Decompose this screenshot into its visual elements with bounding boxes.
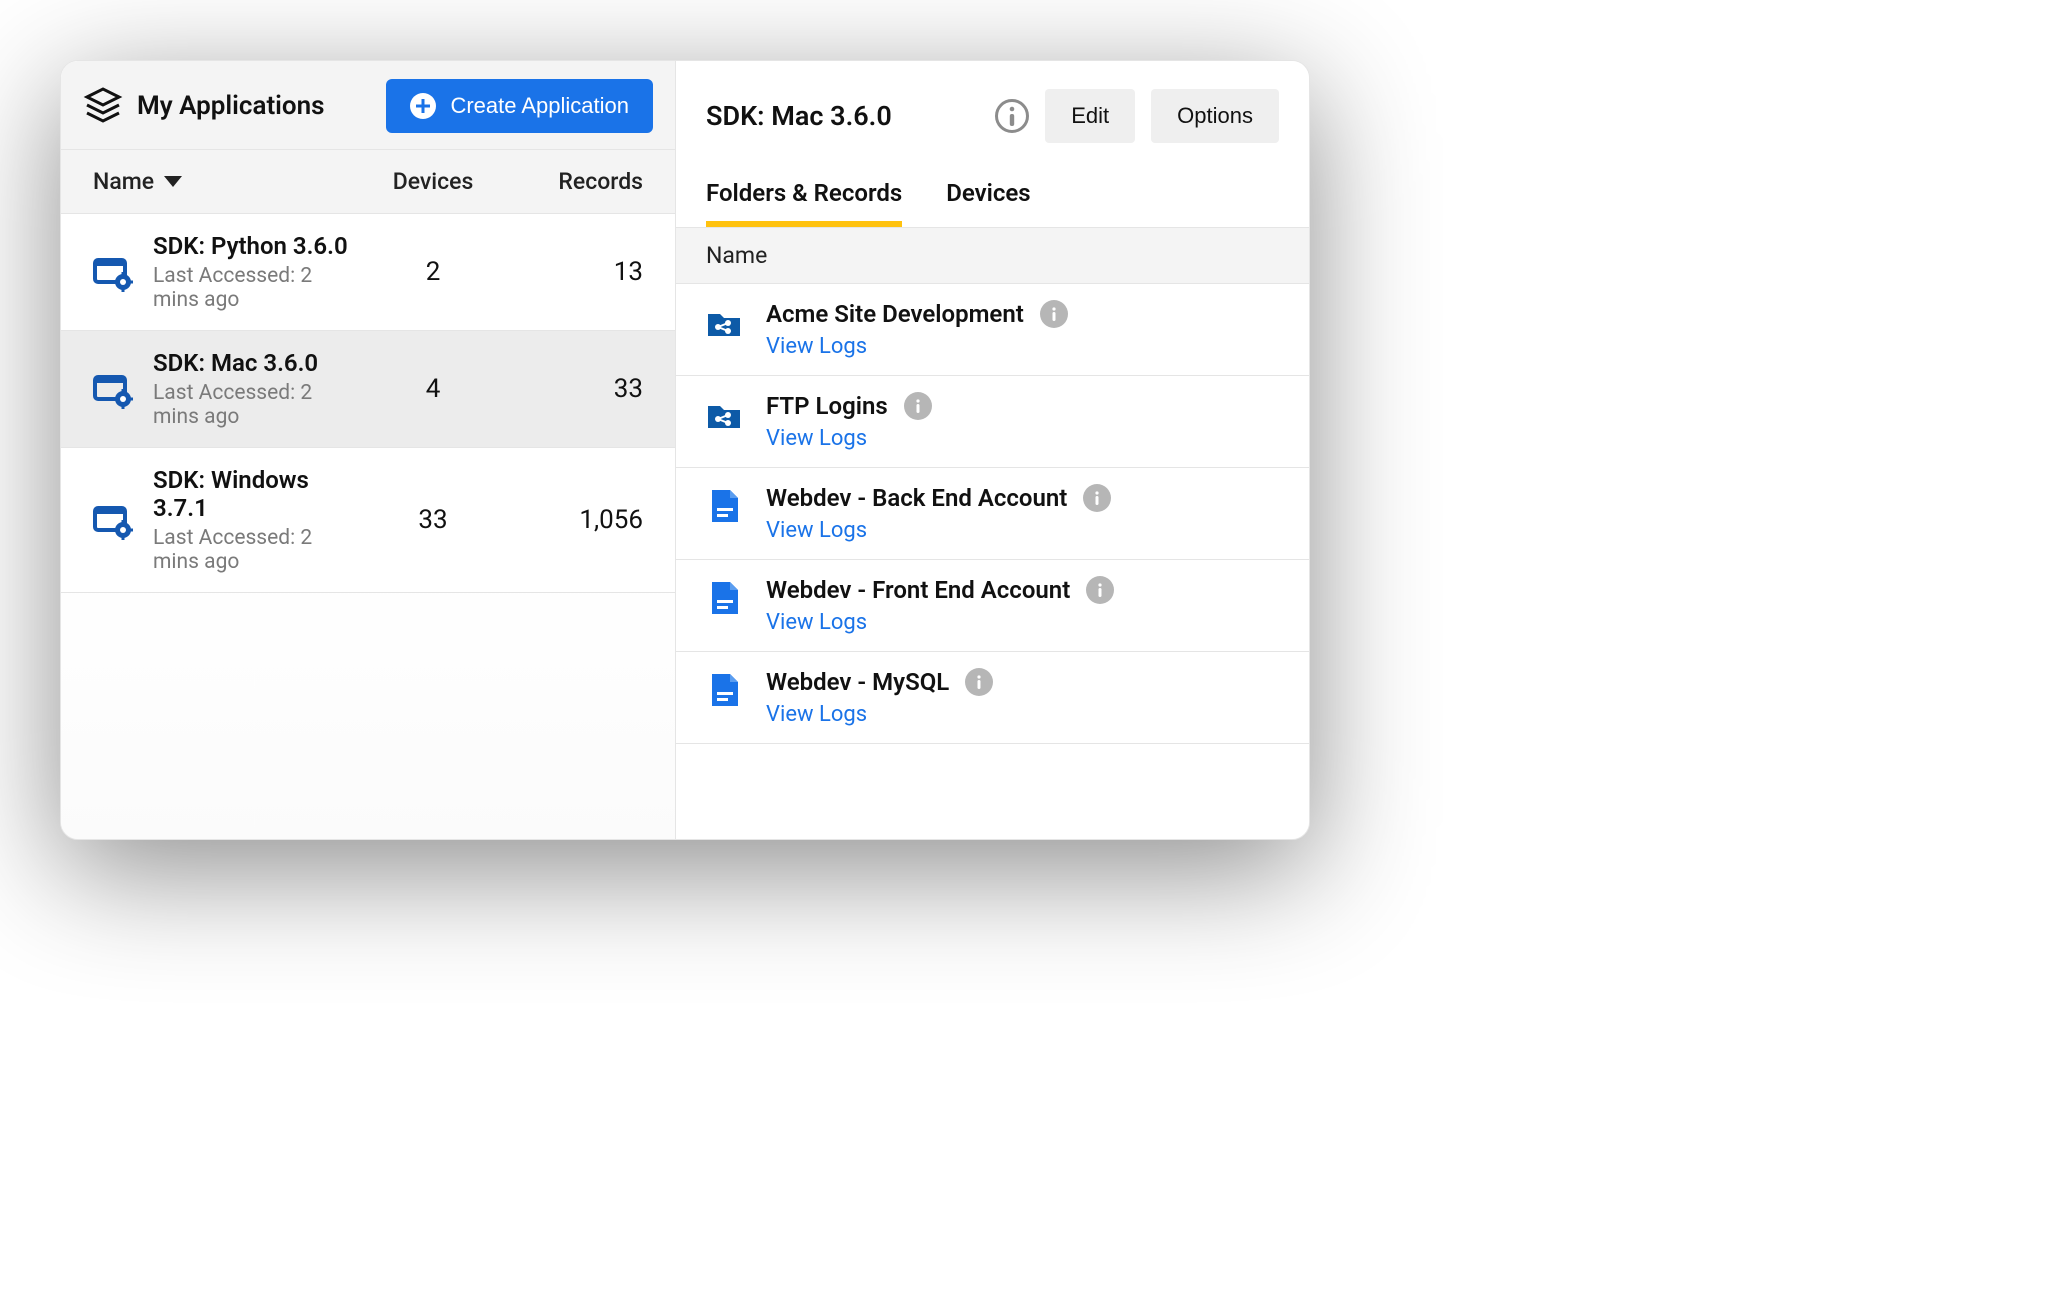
left-header: My Applications Create Application bbox=[61, 61, 675, 150]
right-header: SDK: Mac 3.6.0 Edit Options bbox=[676, 61, 1309, 179]
application-subtitle: Last Accessed: 2 mins ago bbox=[153, 526, 363, 574]
item-title-line: Acme Site Development bbox=[766, 300, 1279, 328]
plus-icon bbox=[410, 93, 436, 119]
application-name: SDK: Mac 3.6.0 bbox=[153, 349, 363, 377]
application-records: 33 bbox=[503, 374, 643, 404]
col-devices[interactable]: Devices bbox=[363, 168, 503, 195]
left-title-block: My Applications bbox=[83, 87, 325, 125]
application-subtitle: Last Accessed: 2 mins ago bbox=[153, 264, 363, 312]
tab-devices[interactable]: Devices bbox=[946, 179, 1030, 227]
application-records: 1,056 bbox=[503, 505, 643, 535]
item-title-line: FTP Logins bbox=[766, 392, 1279, 420]
create-application-button[interactable]: Create Application bbox=[386, 79, 653, 133]
application-row[interactable]: SDK: Windows 3.7.1 Last Accessed: 2 mins… bbox=[61, 448, 675, 593]
application-name: SDK: Python 3.6.0 bbox=[153, 232, 363, 260]
application-row[interactable]: SDK: Python 3.6.0 Last Accessed: 2 mins … bbox=[61, 214, 675, 331]
item-body: FTP Logins View Logs bbox=[766, 392, 1279, 451]
application-subtitle: Last Accessed: 2 mins ago bbox=[153, 381, 363, 429]
sort-desc-icon bbox=[164, 176, 182, 187]
left-columns-row: Name Devices Records bbox=[61, 150, 675, 214]
item-list: Acme Site Development View Logs FTP Logi… bbox=[676, 284, 1309, 744]
folder-share-icon bbox=[706, 396, 742, 432]
list-item[interactable]: Webdev - Back End Account View Logs bbox=[676, 468, 1309, 560]
item-title-line: Webdev - Front End Account bbox=[766, 576, 1279, 604]
view-logs-link[interactable]: View Logs bbox=[766, 518, 1279, 543]
col-records[interactable]: Records bbox=[503, 168, 643, 195]
item-title: Webdev - Front End Account bbox=[766, 576, 1070, 604]
list-item[interactable]: Acme Site Development View Logs bbox=[676, 284, 1309, 376]
application-meta: SDK: Python 3.6.0 Last Accessed: 2 mins … bbox=[153, 232, 363, 312]
right-pane: SDK: Mac 3.6.0 Edit Options Folders & Re… bbox=[676, 61, 1309, 839]
col-name[interactable]: Name bbox=[93, 168, 363, 195]
item-title: Webdev - MySQL bbox=[766, 668, 949, 696]
item-body: Webdev - MySQL View Logs bbox=[766, 668, 1279, 727]
application-devices: 4 bbox=[363, 374, 503, 404]
info-icon[interactable] bbox=[1040, 300, 1068, 328]
app-card: My Applications Create Application Name … bbox=[60, 60, 1310, 840]
edit-button[interactable]: Edit bbox=[1045, 89, 1135, 143]
view-logs-link[interactable]: View Logs bbox=[766, 426, 1279, 451]
folder-share-icon bbox=[706, 304, 742, 340]
record-doc-icon bbox=[706, 488, 742, 524]
tabs: Folders & Records Devices bbox=[676, 179, 1309, 228]
application-meta: SDK: Mac 3.6.0 Last Accessed: 2 mins ago bbox=[153, 349, 363, 429]
info-icon[interactable] bbox=[1086, 576, 1114, 604]
application-records: 13 bbox=[503, 257, 643, 287]
item-body: Webdev - Front End Account View Logs bbox=[766, 576, 1279, 635]
application-name: SDK: Windows 3.7.1 bbox=[153, 466, 363, 522]
list-item[interactable]: Webdev - Front End Account View Logs bbox=[676, 560, 1309, 652]
application-row[interactable]: SDK: Mac 3.6.0 Last Accessed: 2 mins ago… bbox=[61, 331, 675, 448]
view-logs-link[interactable]: View Logs bbox=[766, 610, 1279, 635]
item-body: Webdev - Back End Account View Logs bbox=[766, 484, 1279, 543]
tab-folders-records[interactable]: Folders & Records bbox=[706, 179, 902, 227]
item-title-line: Webdev - MySQL bbox=[766, 668, 1279, 696]
application-meta: SDK: Windows 3.7.1 Last Accessed: 2 mins… bbox=[153, 466, 363, 574]
item-body: Acme Site Development View Logs bbox=[766, 300, 1279, 359]
col-name-label: Name bbox=[93, 168, 154, 195]
right-column-header: Name bbox=[676, 228, 1309, 284]
item-title-line: Webdev - Back End Account bbox=[766, 484, 1279, 512]
record-doc-icon bbox=[706, 580, 742, 616]
logo-icon bbox=[83, 87, 123, 125]
left-title: My Applications bbox=[137, 91, 325, 121]
info-icon[interactable] bbox=[904, 392, 932, 420]
info-icon[interactable] bbox=[965, 668, 993, 696]
application-icon bbox=[93, 254, 133, 294]
application-icon bbox=[93, 371, 133, 411]
left-pane: My Applications Create Application Name … bbox=[61, 61, 676, 839]
view-logs-link[interactable]: View Logs bbox=[766, 702, 1279, 727]
list-item[interactable]: Webdev - MySQL View Logs bbox=[676, 652, 1309, 744]
application-icon bbox=[93, 502, 133, 542]
item-title: FTP Logins bbox=[766, 392, 888, 420]
application-devices: 2 bbox=[363, 257, 503, 287]
view-logs-link[interactable]: View Logs bbox=[766, 334, 1279, 359]
item-title: Webdev - Back End Account bbox=[766, 484, 1067, 512]
application-list: SDK: Python 3.6.0 Last Accessed: 2 mins … bbox=[61, 214, 675, 593]
item-title: Acme Site Development bbox=[766, 300, 1024, 328]
application-devices: 33 bbox=[363, 505, 503, 535]
options-button[interactable]: Options bbox=[1151, 89, 1279, 143]
right-title: SDK: Mac 3.6.0 bbox=[706, 100, 979, 132]
list-item[interactable]: FTP Logins View Logs bbox=[676, 376, 1309, 468]
info-icon[interactable] bbox=[995, 99, 1029, 133]
create-button-label: Create Application bbox=[450, 93, 629, 119]
record-doc-icon bbox=[706, 672, 742, 708]
info-icon[interactable] bbox=[1083, 484, 1111, 512]
